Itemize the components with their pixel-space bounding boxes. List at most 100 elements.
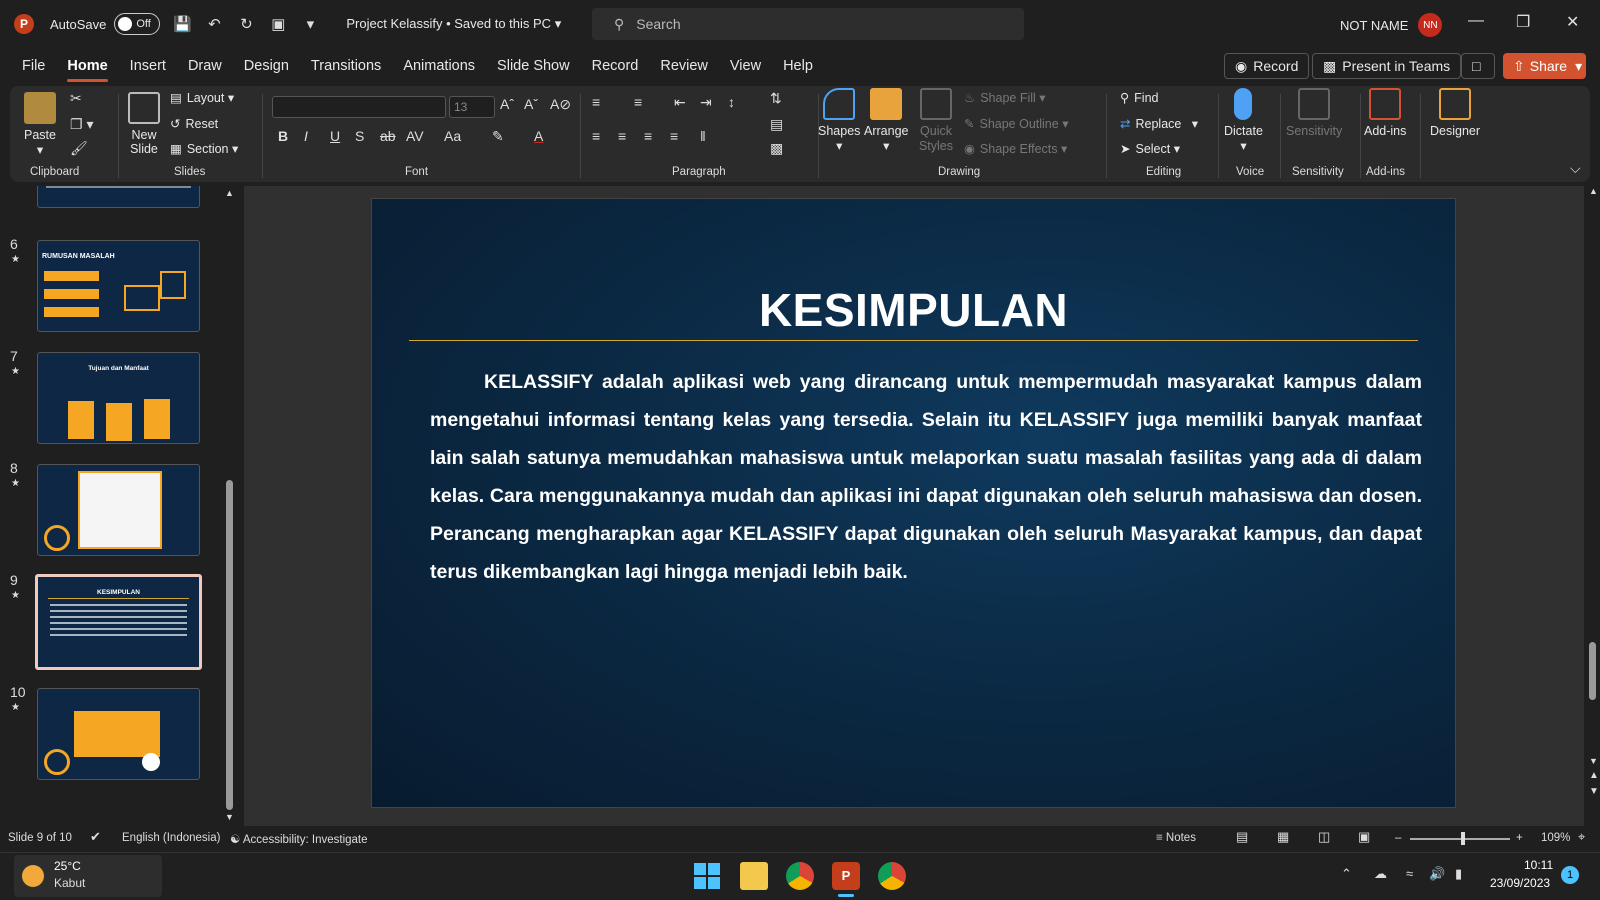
increase-font-icon[interactable]: Aˆ — [500, 96, 514, 112]
search-box[interactable]: ⚲ Search — [592, 8, 1024, 40]
record-button[interactable]: ◉ Record — [1224, 53, 1310, 79]
tab-view[interactable]: View — [730, 52, 761, 80]
zoom-in-icon[interactable]: + — [1516, 832, 1523, 844]
smartart-icon[interactable]: ▩ — [770, 140, 783, 157]
decrease-indent-icon[interactable]: ⇤ — [674, 94, 686, 111]
increase-indent-icon[interactable]: ⇥ — [700, 94, 712, 111]
current-slide[interactable]: KESIMPULAN KELASSIFY adalah aplikasi web… — [371, 198, 1456, 808]
text-direction-icon[interactable]: ⇅ — [770, 90, 782, 107]
italic-icon[interactable]: I — [304, 128, 308, 144]
reset-button[interactable]: ↺ Reset — [170, 116, 218, 132]
align-text-icon[interactable]: ▤ — [770, 116, 783, 133]
scroll-down-icon[interactable]: ▼ — [225, 812, 234, 822]
format-painter-icon[interactable]: 🖌 — [70, 140, 88, 157]
comments-button[interactable]: □ — [1461, 53, 1495, 79]
slideshow-view-icon[interactable]: ▣ — [1358, 829, 1370, 845]
zoom-slider[interactable] — [1410, 838, 1510, 840]
cut-icon[interactable]: ✂ — [70, 90, 82, 107]
notification-badge[interactable]: 1 — [1561, 866, 1579, 884]
slide-thumbnail-9[interactable]: KESIMPULAN — [35, 574, 202, 670]
redo-icon[interactable]: ↻ — [236, 14, 256, 34]
chevron-up-icon[interactable]: ⌃ — [1341, 866, 1352, 882]
language-status[interactable]: English (Indonesia) — [122, 832, 220, 844]
tab-file[interactable]: File — [22, 52, 45, 80]
tab-draw[interactable]: Draw — [188, 52, 222, 80]
columns-icon[interactable]: ‖ — [700, 128, 706, 144]
new-slide-button[interactable]: New Slide — [124, 92, 164, 156]
tab-transitions[interactable]: Transitions — [311, 52, 381, 80]
close-icon[interactable]: ✕ — [1566, 12, 1579, 32]
align-left-icon[interactable]: ≡ — [592, 128, 600, 144]
clock-time[interactable]: 10:11 — [1524, 858, 1553, 872]
slide-title[interactable]: KESIMPULAN — [372, 283, 1455, 337]
dictate-button[interactable]: Dictate ▾ — [1224, 88, 1263, 153]
volume-icon[interactable]: 🔊 — [1429, 866, 1445, 882]
bold-icon[interactable]: B — [278, 128, 288, 144]
thumbnail-scrollbar-thumb[interactable] — [226, 480, 233, 810]
font-name-field[interactable] — [272, 96, 446, 118]
fit-to-window-icon[interactable]: ⌖ — [1578, 829, 1585, 845]
tab-home[interactable]: Home — [67, 52, 108, 82]
zoom-level[interactable]: 109% — [1541, 832, 1570, 844]
tab-record[interactable]: Record — [592, 52, 639, 80]
slide-thumbnail-6[interactable]: RUMUSAN MASALAH — [37, 240, 200, 332]
present-in-teams-button[interactable]: ▩ Present in Teams — [1312, 53, 1462, 79]
undo-icon[interactable]: ↶ — [204, 14, 224, 34]
font-color-icon[interactable]: A — [534, 128, 543, 144]
battery-icon[interactable]: ▮ — [1455, 866, 1462, 882]
scroll-up-icon[interactable]: ▲ — [1589, 186, 1598, 196]
next-slide-icon[interactable]: ▼ — [1589, 786, 1599, 797]
tab-review[interactable]: Review — [660, 52, 708, 80]
tab-design[interactable]: Design — [244, 52, 289, 80]
canvas-scrollbar-thumb[interactable] — [1589, 642, 1596, 700]
weather-widget[interactable]: 25°C Kabut — [14, 855, 162, 897]
replace-button[interactable]: ⇄ Replace ▾ — [1120, 116, 1198, 132]
character-spacing-icon[interactable]: AV — [406, 128, 424, 144]
shape-fill-button[interactable]: ♨ Shape Fill ▾ — [964, 90, 1046, 106]
strikethrough-icon[interactable]: ab — [380, 128, 396, 144]
bullets-icon[interactable]: ≡ — [592, 94, 600, 110]
align-center-icon[interactable]: ≡ — [618, 128, 626, 144]
slide-thumbnail-10[interactable] — [37, 688, 200, 780]
previous-slide-icon[interactable]: ▲ — [1589, 770, 1599, 781]
shadow-icon[interactable]: S — [355, 128, 364, 144]
highlight-icon[interactable]: ✎ — [492, 128, 504, 145]
chrome-icon[interactable] — [786, 862, 814, 890]
justify-icon[interactable]: ≡ — [670, 128, 678, 144]
autosave-toggle[interactable]: Off — [114, 13, 161, 35]
shape-effects-button[interactable]: ◉ Shape Effects ▾ — [964, 141, 1067, 157]
slide-sorter-icon[interactable]: ▦ — [1277, 829, 1289, 845]
slide-thumbnail-8[interactable] — [37, 464, 200, 556]
scroll-down-icon[interactable]: ▼ — [1589, 756, 1598, 766]
numbering-icon[interactable]: ≡ — [634, 94, 642, 110]
find-button[interactable]: ⚲ Find — [1120, 90, 1158, 106]
restore-icon[interactable]: ❐ — [1516, 12, 1530, 32]
share-button[interactable]: ⇧ Share ▾ — [1503, 53, 1586, 79]
zoom-slider-thumb[interactable] — [1461, 832, 1465, 845]
present-from-start-icon[interactable]: ▣ — [268, 14, 288, 34]
reading-view-icon[interactable]: ◫ — [1318, 829, 1330, 845]
notes-button[interactable]: ≡ Notes — [1156, 832, 1196, 844]
change-case-icon[interactable]: Aa — [444, 128, 461, 144]
minimize-icon[interactable]: — — [1468, 12, 1484, 30]
customize-toolbar-icon[interactable]: ▾ — [300, 14, 320, 34]
section-button[interactable]: ▦ Section ▾ — [170, 141, 238, 157]
underline-icon[interactable]: U — [330, 128, 340, 144]
windows-start-icon[interactable] — [693, 862, 721, 890]
spelling-icon[interactable]: ✔ — [90, 829, 101, 845]
cloud-offline-icon[interactable]: ☁ — [1374, 866, 1387, 882]
document-title[interactable]: Project Kelassify • Saved to this PC ▾ — [346, 16, 561, 32]
save-icon[interactable]: 💾 — [172, 14, 192, 34]
zoom-out-icon[interactable]: – — [1395, 832, 1401, 844]
clock-date[interactable]: 23/09/2023 — [1490, 876, 1550, 890]
tab-help[interactable]: Help — [783, 52, 813, 80]
copy-icon[interactable]: ❐ ▾ — [70, 116, 93, 133]
chrome-icon[interactable] — [878, 862, 906, 890]
normal-view-icon[interactable]: ▤ — [1236, 829, 1248, 845]
slide-thumbnail-7[interactable]: Tujuan dan Manfaat — [37, 352, 200, 444]
add-ins-button[interactable]: Add-ins — [1364, 88, 1406, 138]
sensitivity-button[interactable]: Sensitivity — [1286, 88, 1342, 138]
paste-button[interactable]: Paste ▾ — [24, 92, 56, 157]
wifi-icon[interactable]: ≈ — [1406, 866, 1413, 881]
slide-body-text[interactable]: KELASSIFY adalah aplikasi web yang diran… — [430, 363, 1422, 591]
